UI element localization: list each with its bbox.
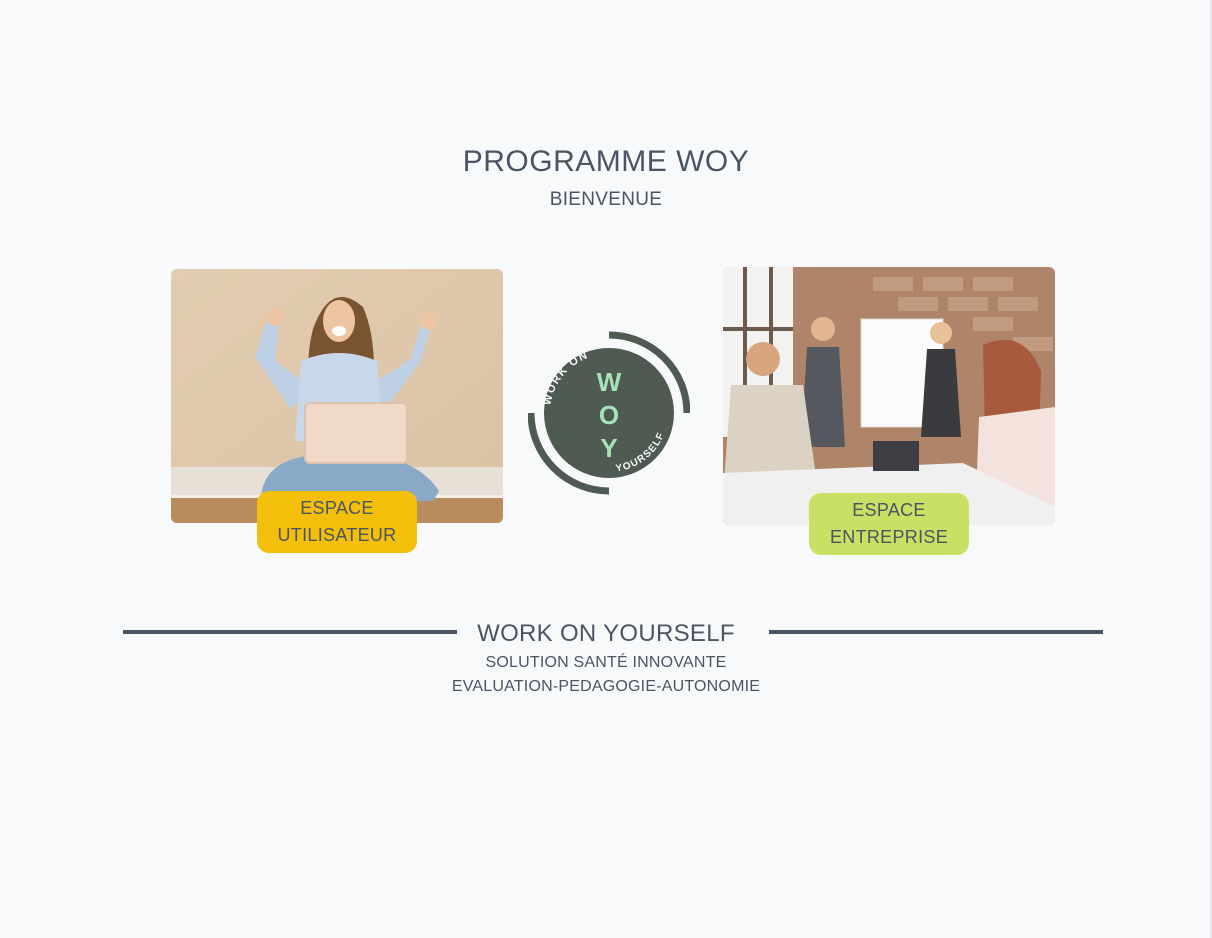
- footer-title: WORK ON YOURSELF: [477, 620, 735, 647]
- company-space-card[interactable]: ESPACE ENTREPRISE: [723, 267, 1055, 555]
- logo-letter-o: O: [599, 400, 619, 430]
- company-space-label-line1: ESPACE: [852, 500, 926, 520]
- woman-laptop-image: [171, 269, 503, 523]
- page-title: PROGRAMME WOY: [462, 145, 750, 178]
- company-space-button[interactable]: ESPACE ENTREPRISE: [809, 493, 969, 555]
- logo-letter-w: W: [597, 367, 622, 397]
- company-space-photo[interactable]: [723, 267, 1055, 525]
- footer-pillars: EVALUATION-PEDAGOGIE-AUTONOMIE: [451, 678, 761, 695]
- page-subtitle: BIENVENUE: [549, 189, 663, 210]
- user-space-label-line2: UTILISATEUR: [277, 525, 397, 545]
- business-meeting-image: [723, 267, 1055, 525]
- footer-tagline: SOLUTION SANTÉ INNOVANTE: [485, 654, 727, 671]
- company-space-label-line2: ENTREPRISE: [829, 527, 949, 547]
- logo-letter-y: Y: [600, 433, 617, 463]
- woy-logo: WORK ON YOURSELF W O Y: [527, 331, 691, 495]
- user-space-photo[interactable]: [171, 269, 503, 523]
- user-space-label-line1: ESPACE: [300, 498, 374, 518]
- user-space-button[interactable]: ESPACE UTILISATEUR: [257, 491, 417, 553]
- user-space-card[interactable]: ESPACE UTILISATEUR: [171, 269, 503, 553]
